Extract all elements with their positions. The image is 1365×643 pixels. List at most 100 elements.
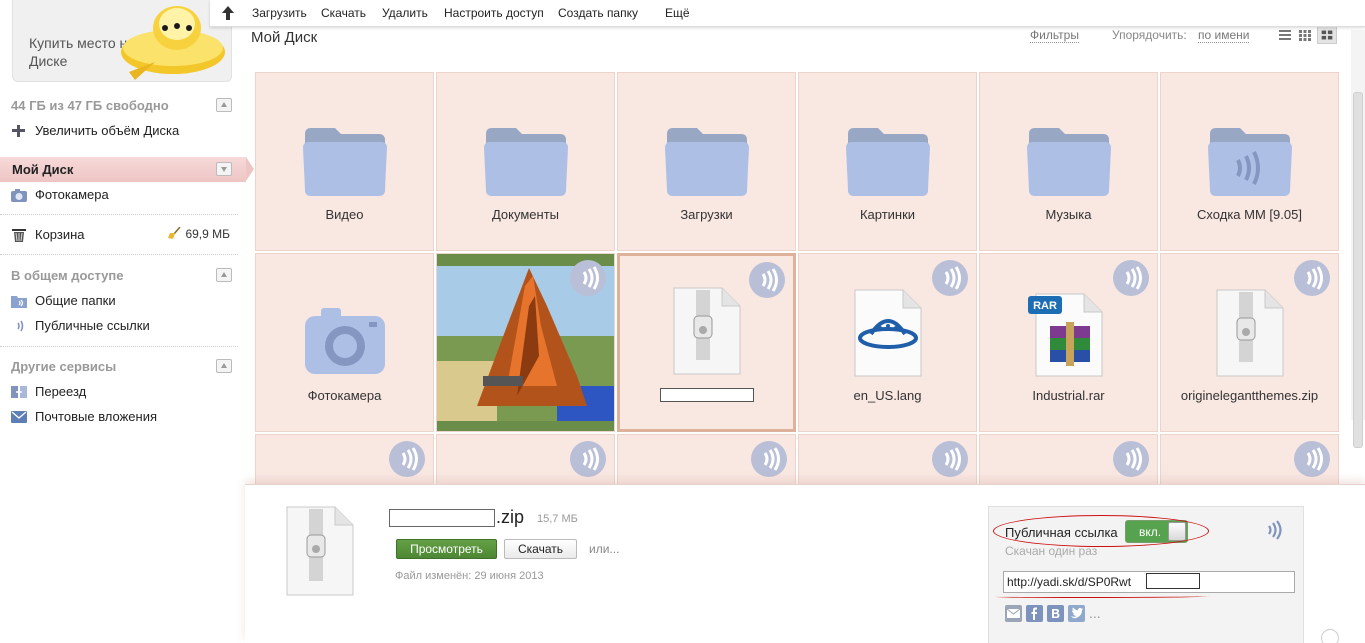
buy-space-promo[interactable]: Купить место на Диске bbox=[12, 0, 232, 82]
upload-arrow-icon[interactable] bbox=[221, 5, 235, 21]
collapse-other-button[interactable] bbox=[216, 359, 232, 373]
move-label: Переезд bbox=[35, 384, 87, 399]
collapse-panel-icon[interactable] bbox=[1321, 629, 1339, 643]
sidebar: Купить место на Диске 44 ГБ из 47 ГБ сво… bbox=[0, 0, 254, 643]
camera-section: Фотокамера bbox=[0, 182, 246, 207]
public-link-url[interactable]: http://yadi.sk/d/SP0Rwt bbox=[1007, 575, 1131, 589]
public-link-badge-icon[interactable] bbox=[570, 441, 606, 477]
public-link-badge-icon[interactable] bbox=[1113, 260, 1149, 296]
public-link-badge-icon[interactable] bbox=[1113, 441, 1149, 477]
public-link-badge-icon[interactable] bbox=[389, 441, 425, 477]
tile-label: Сходка ММ [9.05] bbox=[1197, 207, 1302, 222]
folder-tile-pictures[interactable]: Картинки bbox=[798, 72, 977, 251]
link-mask bbox=[1146, 573, 1200, 589]
tile-label: en_US.lang bbox=[853, 388, 922, 403]
folder-tile-video[interactable]: Видео bbox=[255, 72, 434, 251]
collapse-shared-button[interactable] bbox=[216, 268, 232, 282]
shared-folder-icon bbox=[11, 296, 27, 308]
camera-folder-icon bbox=[305, 308, 385, 374]
trash-label: Корзина bbox=[35, 227, 85, 242]
file-tile-en-us-lang[interactable]: en_US.lang bbox=[798, 253, 977, 432]
zip-file-icon bbox=[286, 506, 354, 596]
facebook-share-icon[interactable] bbox=[1026, 605, 1043, 622]
sidebar-item-shared-folders[interactable]: Общие папки bbox=[0, 288, 246, 313]
modified-date: Файл изменён: 29 июня 2013 bbox=[395, 570, 544, 582]
trash-size-value: 69,9 МБ bbox=[185, 227, 230, 241]
large-grid-view-icon[interactable] bbox=[1317, 26, 1337, 44]
public-link-badge-icon[interactable] bbox=[932, 441, 968, 477]
svg-text:RAR: RAR bbox=[1033, 300, 1057, 312]
upload-button[interactable]: Загрузить bbox=[252, 6, 307, 20]
ufo-icon bbox=[121, 6, 225, 80]
filters-link[interactable]: Фильтры bbox=[1030, 28, 1079, 43]
public-link-badge-icon[interactable] bbox=[1294, 260, 1330, 296]
vkontakte-share-icon[interactable] bbox=[1047, 605, 1064, 622]
public-link-badge-icon[interactable] bbox=[570, 260, 606, 296]
sidebar-item-my-disk[interactable]: Мой Диск bbox=[0, 157, 254, 182]
twitter-share-icon[interactable] bbox=[1068, 605, 1085, 622]
access-settings-button[interactable]: Настроить доступ bbox=[444, 6, 544, 20]
expand-my-disk-button[interactable] bbox=[216, 162, 232, 176]
increase-space-link[interactable]: Увеличить объём Диска bbox=[0, 118, 246, 143]
file-tile-industrial-rar[interactable]: RAR Industrial.rar bbox=[979, 253, 1158, 432]
small-grid-view-icon[interactable] bbox=[1298, 29, 1312, 41]
public-link-badge-icon[interactable] bbox=[751, 441, 787, 477]
public-link-field[interactable]: http://yadi.sk/d/SP0Rwt bbox=[1003, 571, 1295, 593]
annotation-underline bbox=[995, 595, 1209, 598]
sidebar-item-move[interactable]: Переезд bbox=[0, 379, 246, 404]
mail-icon bbox=[11, 411, 27, 423]
file-tile-originelegantthemes-zip[interactable]: originelegantthemes.zip bbox=[1160, 253, 1339, 432]
list-view-icon[interactable] bbox=[1278, 29, 1292, 41]
download-count: Скачан один раз bbox=[1005, 544, 1098, 558]
broom-icon[interactable] bbox=[168, 226, 182, 239]
folder-icon bbox=[484, 128, 568, 196]
trash-size: 69,9 МБ bbox=[168, 222, 230, 247]
delete-button[interactable]: Удалить bbox=[382, 6, 428, 20]
rar-file-icon: RAR bbox=[1028, 293, 1103, 377]
public-link-wave-icon bbox=[17, 320, 24, 332]
public-link-badge-icon[interactable] bbox=[932, 260, 968, 296]
public-link-badge-icon[interactable] bbox=[1294, 441, 1330, 477]
camera-label: Фотокамера bbox=[35, 187, 109, 202]
move-icon bbox=[11, 386, 27, 398]
folder-icon bbox=[303, 128, 387, 196]
shared-section: В общем доступе Общие папки Публичные сс… bbox=[0, 263, 246, 338]
tile-label: Industrial.rar bbox=[1032, 388, 1105, 403]
increase-space-label: Увеличить объём Диска bbox=[35, 123, 180, 138]
download-file-button[interactable]: Скачать bbox=[504, 539, 577, 559]
folder-tile-downloads[interactable]: Загрузки bbox=[617, 72, 796, 251]
divider bbox=[0, 214, 238, 215]
annotation-ellipse bbox=[993, 515, 1209, 547]
quota-section: 44 ГБ из 47 ГБ свободно Увеличить объём … bbox=[0, 93, 246, 143]
sidebar-item-mail-attachments[interactable]: Почтовые вложения bbox=[0, 404, 246, 429]
sidebar-item-camera[interactable]: Фотокамера bbox=[0, 182, 246, 207]
folder-tile-camera[interactable]: Фотокамера bbox=[255, 253, 434, 432]
scrollbar-thumb[interactable] bbox=[1353, 92, 1363, 448]
view-button[interactable]: Просмотреть bbox=[396, 539, 497, 559]
public-link-badge-icon[interactable] bbox=[749, 262, 785, 298]
vertical-scrollbar[interactable] bbox=[1351, 30, 1365, 448]
sidebar-item-trash[interactable]: Корзина 69,9 МБ bbox=[0, 222, 246, 247]
zip-tile-selected[interactable] bbox=[617, 253, 796, 432]
more-share-options[interactable]: ... bbox=[1089, 605, 1101, 621]
folder-tile-meetup[interactable]: Сходка ММ [9.05] bbox=[1160, 72, 1339, 251]
file-size: 15,7 МБ bbox=[537, 513, 578, 525]
page-title: Мой Диск bbox=[251, 29, 318, 46]
email-share-icon[interactable] bbox=[1005, 605, 1022, 622]
lang-file-icon bbox=[854, 289, 922, 377]
create-folder-button[interactable]: Создать папку bbox=[558, 6, 638, 20]
more-actions-link[interactable]: или... bbox=[589, 542, 619, 556]
folder-icon bbox=[1027, 128, 1111, 196]
trash-section: Корзина 69,9 МБ bbox=[0, 222, 246, 247]
sidebar-item-public-links[interactable]: Публичные ссылки bbox=[0, 313, 246, 338]
image-tile-minecraft[interactable] bbox=[436, 253, 615, 432]
folder-tile-documents[interactable]: Документы bbox=[436, 72, 615, 251]
collapse-quota-button[interactable] bbox=[216, 98, 232, 112]
divider bbox=[0, 346, 238, 347]
folder-icon bbox=[846, 128, 930, 196]
more-button[interactable]: Ещё bbox=[665, 6, 690, 20]
download-button[interactable]: Скачать bbox=[321, 6, 366, 20]
folder-tile-music[interactable]: Музыка bbox=[979, 72, 1158, 251]
sort-by-name-link[interactable]: по имени bbox=[1198, 28, 1250, 43]
zip-file-icon bbox=[673, 287, 741, 375]
